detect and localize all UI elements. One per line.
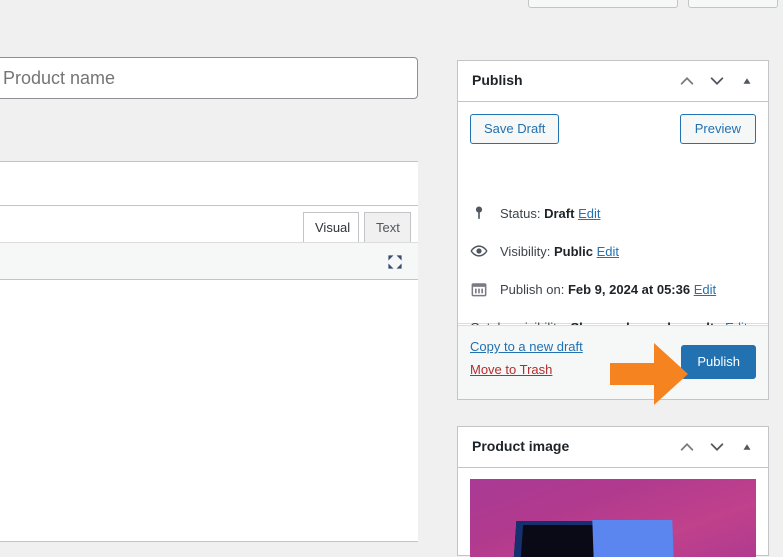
save-draft-button[interactable]: Save Draft [470, 114, 560, 144]
publish-panel-title: Publish [472, 72, 523, 88]
visibility-label: Visibility: [500, 244, 551, 259]
publish-date-row: Publish on: Feb 9, 2024 at 05:36 Edit [470, 280, 760, 299]
publish-date-value: Feb 9, 2024 at 05:36 [567, 282, 691, 297]
top-cutoff-button-1[interactable] [528, 0, 678, 8]
media-toolbar[interactable] [0, 162, 418, 206]
tab-text[interactable]: Text [364, 212, 411, 242]
product-image-panel-header: Product image [458, 427, 768, 468]
calendar-icon [470, 280, 490, 300]
visibility-row-text: Visibility: Public Edit [500, 242, 760, 261]
visibility-value: Public [553, 244, 593, 259]
status-edit-link[interactable]: Edit [578, 206, 600, 221]
chevron-down-icon[interactable] [702, 66, 732, 96]
fullscreen-expand-icon[interactable] [385, 252, 405, 272]
publish-minor-actions: Save Draft Preview Status: Draft Edit Vi… [458, 102, 768, 335]
editor-content-area[interactable] [0, 280, 418, 541]
publish-button[interactable]: Publish [681, 345, 756, 379]
editor-format-toolbar[interactable] [0, 242, 418, 280]
status-row-text: Status: Draft Edit [500, 204, 760, 223]
move-to-trash-link[interactable]: Move to Trash [470, 358, 583, 381]
content-editor: Visual Text [0, 161, 418, 542]
product-thumbnail[interactable] [470, 479, 756, 557]
status-label: Status: [500, 206, 541, 221]
top-cutoff-button-2[interactable] [688, 0, 778, 8]
thumbnail-shape-dark [513, 521, 597, 557]
thumbnail-shape-light [592, 520, 674, 557]
editor-tab-row: Visual Text [0, 206, 418, 243]
chevron-up-icon[interactable] [672, 66, 702, 96]
publish-date-edit-link[interactable]: Edit [694, 282, 716, 297]
top-controls-strip [0, 0, 783, 8]
publish-panel: Publish Save Draft Preview Status: Draft… [457, 60, 769, 400]
status-row: Status: Draft Edit [470, 204, 760, 223]
pin-icon [470, 204, 490, 224]
visibility-row: Visibility: Public Edit [470, 242, 760, 261]
status-value: Draft [544, 206, 575, 221]
toggle-triangle-icon[interactable] [732, 432, 762, 462]
product-image-panel: Product image [457, 426, 769, 557]
preview-button[interactable]: Preview [679, 114, 756, 144]
publish-date-label: Publish on: [500, 282, 565, 297]
chevron-down-icon[interactable] [702, 432, 732, 462]
product-title-input[interactable] [0, 57, 418, 99]
toggle-triangle-icon[interactable] [732, 66, 762, 96]
publish-panel-header-actions [672, 61, 762, 101]
tab-visual[interactable]: Visual [303, 212, 359, 243]
delete-action-links: Copy to a new draft Move to Trash [470, 335, 583, 381]
visibility-edit-link[interactable]: Edit [597, 244, 619, 259]
publish-major-actions: Copy to a new draft Move to Trash Publis… [458, 325, 768, 399]
publish-panel-header: Publish [458, 61, 768, 102]
product-image-header-actions [672, 427, 762, 467]
chevron-up-icon[interactable] [672, 432, 702, 462]
eye-icon [470, 242, 490, 262]
product-image-panel-title: Product image [472, 438, 570, 454]
publish-date-row-text: Publish on: Feb 9, 2024 at 05:36 Edit [500, 280, 760, 299]
copy-to-new-draft-link[interactable]: Copy to a new draft [470, 335, 583, 358]
